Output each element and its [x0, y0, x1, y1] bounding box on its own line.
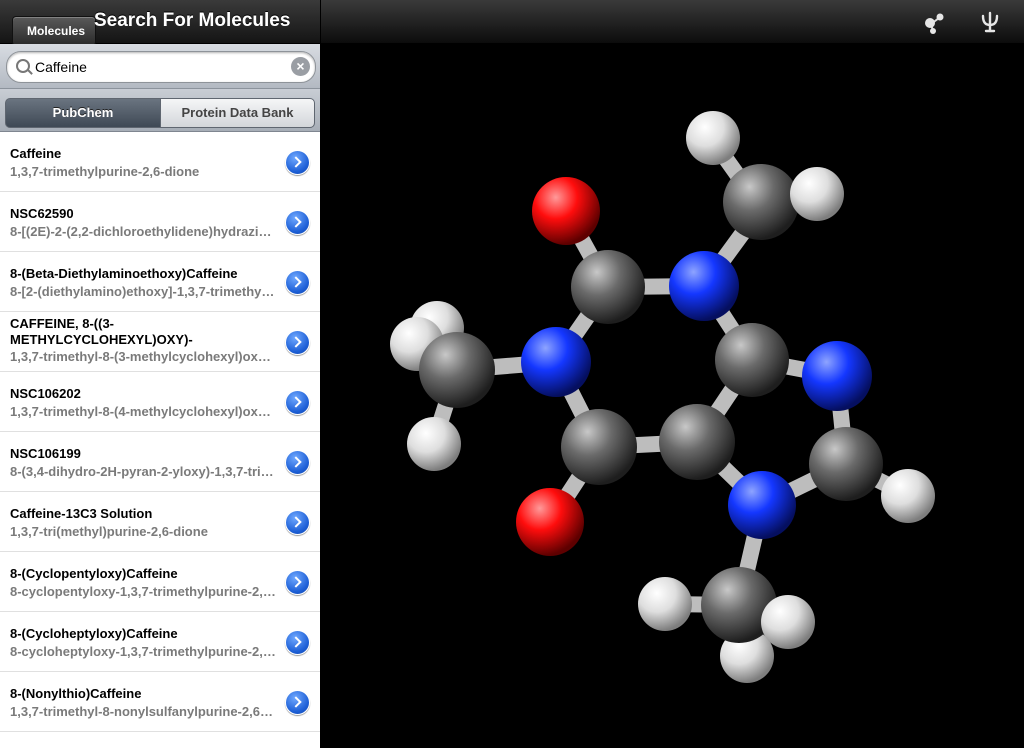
list-item[interactable]: 8-(Cyclopentyloxy)Caffeine 8-cyclopentyl… — [0, 552, 320, 612]
nitrogen-atom — [802, 341, 872, 411]
item-title: Caffeine — [10, 146, 62, 161]
list-item[interactable]: NSC106202 1,3,7-trimethyl-8-(4-methylcyc… — [0, 372, 320, 432]
disclosure-chevron-icon[interactable] — [285, 690, 310, 715]
item-title: 8-(Cyclopentyloxy)Caffeine — [10, 566, 178, 581]
hydrogen-atom — [790, 167, 844, 221]
disclosure-chevron-icon[interactable] — [285, 210, 310, 235]
list-item[interactable]: Caffeine-13C3 Solution 1,3,7-tri(methyl)… — [0, 492, 320, 552]
item-subtitle: 1,3,7-trimethyl-8-(3-methylcyclohexyl)ox… — [10, 349, 276, 364]
disclosure-chevron-icon[interactable] — [285, 330, 310, 355]
list-item[interactable]: NSC62590 8-[(2E)-2-(2,2-dichloroethylide… — [0, 192, 320, 252]
disclosure-chevron-icon[interactable] — [285, 510, 310, 535]
disclosure-chevron-icon[interactable] — [285, 390, 310, 415]
carbon-atom — [715, 323, 789, 397]
page-title: Search For Molecules — [94, 10, 291, 31]
carbon-atom — [561, 409, 637, 485]
hydrogen-atom — [638, 577, 692, 631]
item-subtitle: 1,3,7-tri(methyl)purine-2,6-dione — [10, 524, 208, 539]
oxygen-atom — [532, 177, 600, 245]
search-bar: × — [0, 44, 320, 89]
item-title: 8-(Nonylthio)Caffeine — [10, 686, 142, 701]
item-subtitle: 8-(3,4-dihydro-2H-pyran-2-yloxy)-1,3,7-t… — [10, 464, 276, 479]
nitrogen-atom — [669, 251, 739, 321]
atoms — [390, 111, 935, 683]
item-title: NSC106199 — [10, 446, 81, 461]
list-item[interactable]: CAFFEINE, 8-((3-METHYLCYCLOHEXYL)OXY)- 1… — [0, 312, 320, 372]
list-item[interactable]: NSC106199 8-(3,4-dihydro-2H-pyran-2-ylox… — [0, 432, 320, 492]
item-subtitle: 8-cycloheptyloxy-1,3,7-trimethylpurine-2… — [10, 644, 276, 659]
item-subtitle: 1,3,7-trimethyl-8-(4-methylcyclohexyl)ox… — [10, 404, 276, 419]
list-item[interactable]: 8-(Nonylthio)Caffeine 1,3,7-trimethyl-8-… — [0, 672, 320, 732]
spectrum-icon[interactable] — [976, 8, 1004, 36]
search-field[interactable]: × — [6, 51, 316, 83]
disclosure-chevron-icon[interactable] — [285, 150, 310, 175]
disclosure-chevron-icon[interactable] — [285, 570, 310, 595]
molecule-style-icon[interactable] — [921, 8, 949, 36]
item-title: 8-(Cycloheptyloxy)Caffeine — [10, 626, 178, 641]
back-button[interactable]: Molecules — [12, 16, 97, 46]
list-item[interactable]: 8-(Beta-Diethylaminoethoxy)Caffeine 8-[2… — [0, 252, 320, 312]
results-list: Caffeine 1,3,7-trimethylpurine-2,6-dione… — [0, 132, 320, 732]
item-title: CAFFEINE, 8-((3-METHYLCYCLOHEXYL)OXY)- — [10, 316, 193, 347]
hydrogen-atom — [881, 469, 935, 523]
carbon-atom — [723, 164, 799, 240]
item-title: 8-(Beta-Diethylaminoethoxy)Caffeine — [10, 266, 238, 281]
segment-protein-data-bank[interactable]: Protein Data Bank — [160, 98, 315, 128]
molecule-3d-view[interactable] — [321, 44, 1024, 748]
viewer-toolbar — [321, 0, 1024, 44]
molecule-viewer-panel — [321, 0, 1024, 748]
item-title: NSC106202 — [10, 386, 81, 401]
clear-icon[interactable]: × — [291, 57, 310, 76]
disclosure-chevron-icon[interactable] — [285, 630, 310, 655]
search-input[interactable] — [35, 52, 285, 82]
list-item[interactable]: Caffeine 1,3,7-trimethylpurine-2,6-dione — [0, 132, 320, 192]
item-subtitle: 1,3,7-trimethyl-8-nonylsulfanylpurine-2,… — [10, 704, 276, 719]
hydrogen-atom — [761, 595, 815, 649]
hydrogen-atom — [686, 111, 740, 165]
carbon-atom — [419, 332, 495, 408]
item-subtitle: 8-[2-(diethylamino)ethoxy]-1,3,7-trimeth… — [10, 284, 276, 299]
disclosure-chevron-icon[interactable] — [285, 270, 310, 295]
carbon-atom — [809, 427, 883, 501]
oxygen-atom — [516, 488, 584, 556]
hydrogen-atom — [407, 417, 461, 471]
item-subtitle: 8-cyclopentyloxy-1,3,7-trimethylpurine-2… — [10, 584, 276, 599]
item-subtitle: 1,3,7-trimethylpurine-2,6-dione — [10, 164, 200, 179]
segment-pubchem[interactable]: PubChem — [5, 98, 161, 128]
search-panel: Molecules Search For Molecules × PubChem… — [0, 0, 320, 748]
list-item[interactable]: 8-(Cycloheptyloxy)Caffeine 8-cycloheptyl… — [0, 612, 320, 672]
nitrogen-atom — [728, 471, 796, 539]
navigation-bar: Molecules Search For Molecules — [0, 0, 320, 46]
item-subtitle: 8-[(2E)-2-(2,2-dichloroethylidene)hydraz… — [10, 224, 276, 239]
source-segmented-control: PubChem Protein Data Bank — [0, 89, 320, 132]
carbon-atom — [659, 404, 735, 480]
nitrogen-atom — [521, 327, 591, 397]
carbon-atom — [571, 250, 645, 324]
item-title: Caffeine-13C3 Solution — [10, 506, 153, 521]
item-title: NSC62590 — [10, 206, 74, 221]
disclosure-chevron-icon[interactable] — [285, 450, 310, 475]
search-icon — [16, 59, 30, 73]
